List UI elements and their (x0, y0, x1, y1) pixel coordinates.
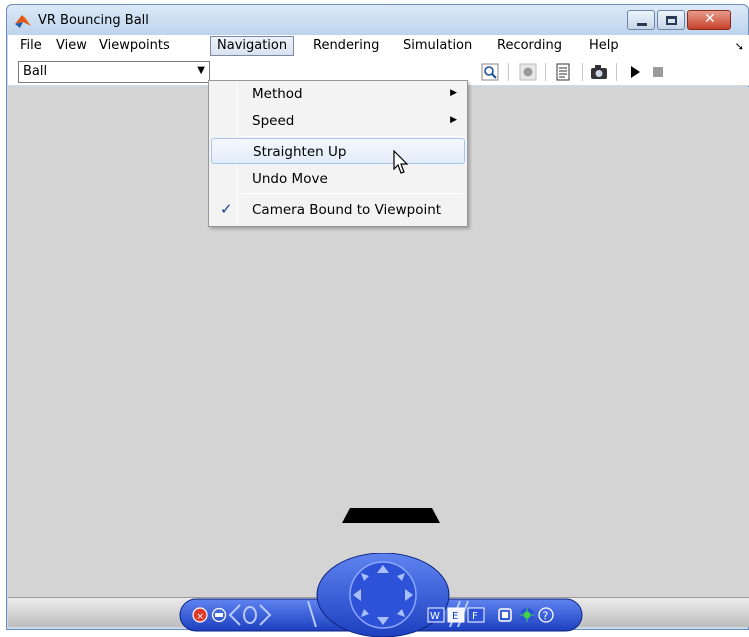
minimize-button[interactable] (627, 10, 655, 30)
navigation-panel: × W E F ? (179, 553, 583, 637)
menu-recording[interactable]: Recording (491, 37, 568, 57)
menu-file[interactable]: File (14, 37, 48, 57)
minimize-icon (637, 23, 647, 26)
properties-icon[interactable] (554, 63, 572, 81)
dock-arrow-icon[interactable]: ➘ (735, 40, 744, 53)
navigation-menu: Method ▶ Speed ▶ Straighten Up Undo Move… (208, 80, 468, 227)
snapshot-icon[interactable] (590, 63, 608, 81)
menu-item-label: Undo Move (252, 171, 328, 187)
record-icon[interactable] (519, 63, 537, 81)
menu-bar: File View Viewpoints Navigation Renderin… (8, 35, 749, 58)
menu-viewpoints[interactable]: Viewpoints (93, 37, 176, 57)
headlight-icon[interactable] (520, 608, 534, 622)
examine-mode-button[interactable]: E (447, 607, 465, 623)
toolbar-separator (545, 63, 546, 81)
menu-item-label: Camera Bound to Viewpoint (252, 202, 442, 218)
menu-navigation[interactable]: Navigation (210, 36, 295, 56)
chevron-down-icon: ▼ (197, 65, 205, 76)
fly-mode-button[interactable]: F (467, 607, 485, 623)
menu-separator (241, 136, 463, 137)
close-icon: ✕ (704, 11, 716, 27)
toolbar-separator (582, 63, 583, 81)
mouse-cursor-icon (393, 150, 409, 174)
play-icon[interactable] (626, 63, 644, 81)
checkmark-icon: ✓ (220, 200, 233, 218)
menu-item-label: Straighten Up (253, 144, 347, 160)
maximize-button[interactable] (657, 10, 685, 30)
walk-mode-button[interactable]: W (427, 607, 445, 623)
viewpoint-select[interactable]: Ball ▼ (18, 61, 210, 83)
menu-separator (241, 193, 463, 194)
help-label: ? (543, 610, 549, 623)
menu-item-label: Method (252, 86, 303, 102)
menu-simulation[interactable]: Simulation (397, 37, 478, 57)
examine-mode-label: E (452, 611, 458, 622)
svg-text:×: × (197, 612, 205, 622)
menu-rendering[interactable]: Rendering (307, 37, 385, 57)
walk-mode-label: W (430, 611, 440, 622)
submenu-arrow-icon: ▶ (450, 115, 457, 125)
title-bar[interactable]: VR Bouncing Ball ✕ (7, 5, 748, 37)
menu-item-speed[interactable]: Speed ▶ (211, 108, 465, 134)
matlab-icon (15, 15, 31, 28)
window-title: VR Bouncing Ball (38, 13, 149, 28)
menu-item-camera-bound[interactable]: ✓ Camera Bound to Viewpoint (211, 197, 465, 223)
menu-item-straighten-up[interactable]: Straighten Up (211, 138, 465, 164)
viewpoint-select-value: Ball (23, 64, 48, 79)
menu-view[interactable]: View (50, 37, 93, 57)
floor-object (342, 508, 440, 523)
menu-item-label: Speed (252, 113, 295, 129)
stop-icon[interactable] (649, 63, 667, 81)
menu-help[interactable]: Help (583, 37, 625, 57)
menu-item-method[interactable]: Method ▶ (211, 81, 465, 107)
close-nav-icon[interactable]: × (192, 607, 208, 623)
maximize-icon (666, 16, 677, 25)
close-button[interactable]: ✕ (687, 10, 731, 30)
toolbar-separator (508, 63, 509, 81)
toolbar-separator (616, 63, 617, 81)
menu-item-undo-move[interactable]: Undo Move (211, 166, 465, 192)
fly-mode-label: F (472, 611, 478, 622)
zoom-icon[interactable] (481, 63, 499, 81)
submenu-arrow-icon: ▶ (450, 88, 457, 98)
